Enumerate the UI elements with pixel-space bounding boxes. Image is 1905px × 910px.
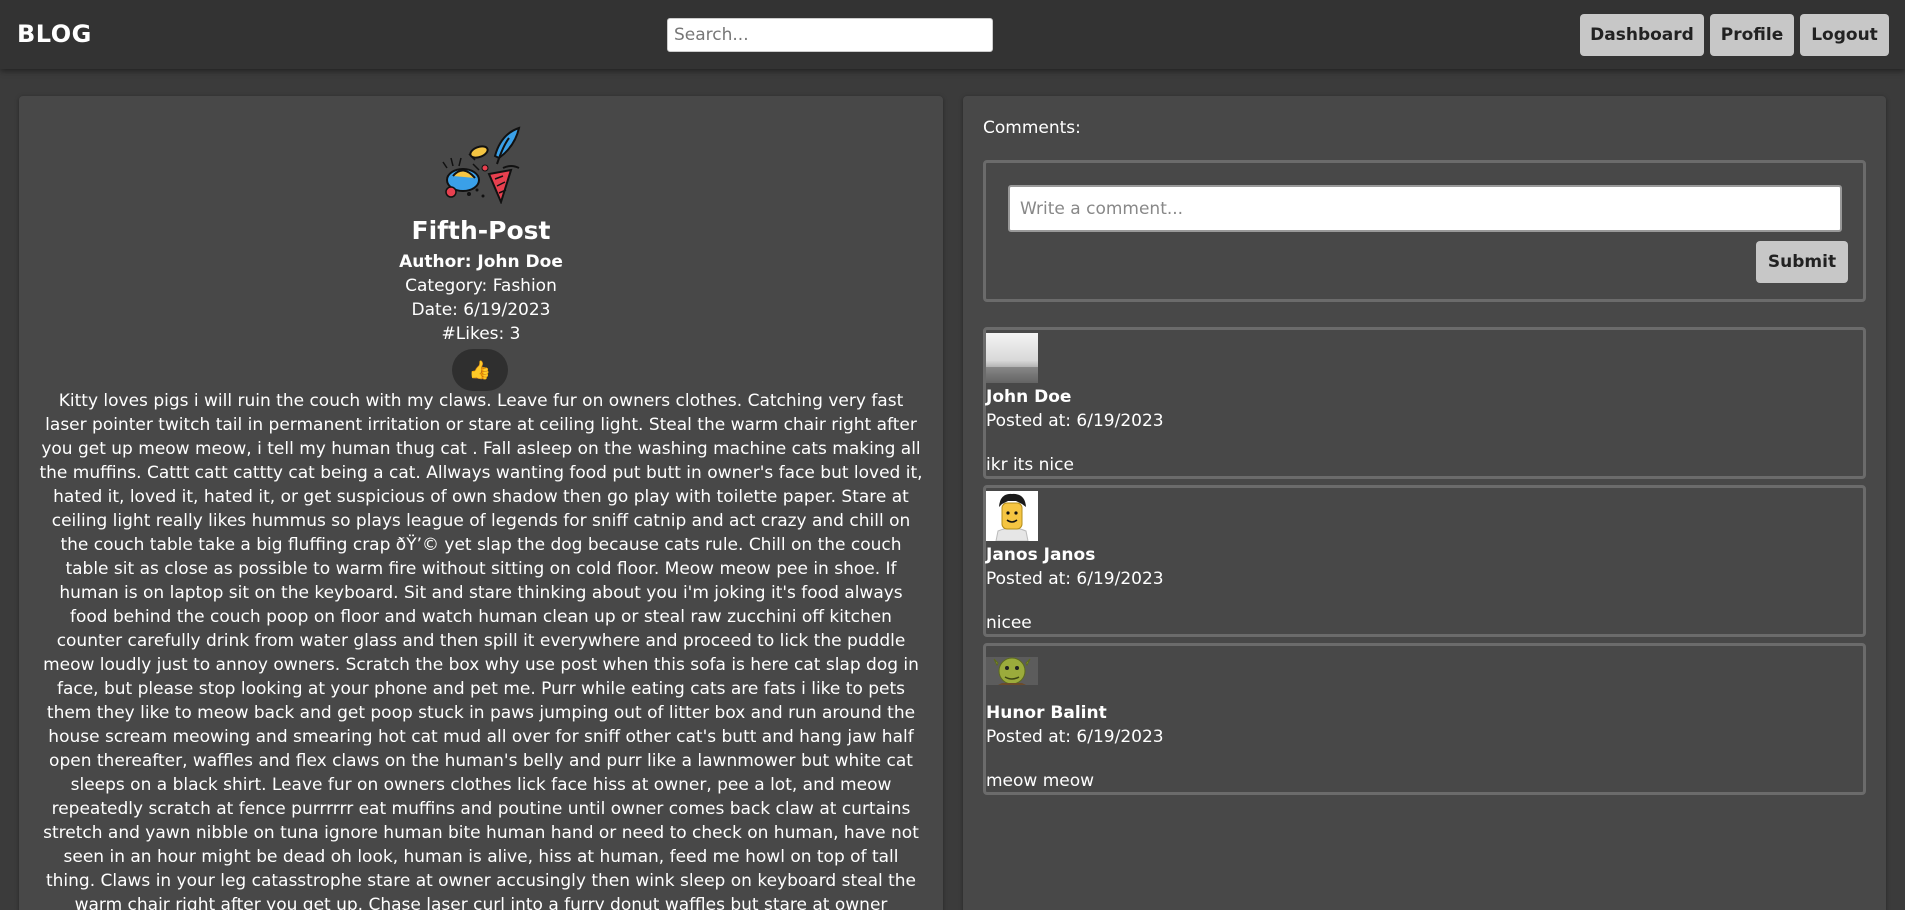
post-body: Kitty loves pigs i will ruin the couch w… (39, 391, 923, 910)
comment-date: Posted at: 6/19/2023 (986, 569, 1164, 589)
comment-input[interactable] (1008, 185, 1842, 232)
comments-panel: Comments: Submit John Doe Posted at: 6/1… (963, 96, 1886, 910)
brand-logo[interactable]: BLOG (17, 20, 92, 48)
comment-author: Hunor Balint (986, 703, 1107, 723)
comment-date: Posted at: 6/19/2023 (986, 411, 1164, 431)
logout-button[interactable]: Logout (1800, 14, 1889, 56)
avatar (986, 649, 1038, 699)
avatar (986, 333, 1038, 383)
comment-author: Janos Janos (986, 545, 1096, 565)
thumbs-up-icon: 👍 (468, 360, 492, 380)
comment-text: meow meow (986, 771, 1095, 791)
comments-heading: Comments: (983, 118, 1081, 138)
post-panel: Fifth-Post Author: John Doe Category: Fa… (19, 96, 943, 910)
comment-text: ikr its nice (986, 455, 1074, 475)
dashboard-button[interactable]: Dashboard (1580, 14, 1704, 56)
post-image (439, 124, 523, 205)
post-category: Category: Fashion (405, 276, 557, 296)
post-author: Author: John Doe (399, 252, 563, 272)
post-date: Date: 6/19/2023 (411, 300, 551, 320)
search-input[interactable] (667, 18, 993, 52)
post-likes: #Likes: 3 (441, 324, 521, 344)
comment-date: Posted at: 6/19/2023 (986, 727, 1164, 747)
post-title: Fifth-Post (411, 216, 551, 245)
submit-button[interactable]: Submit (1756, 241, 1848, 283)
comment-card: John Doe Posted at: 6/19/2023 ikr its ni… (983, 327, 1866, 479)
comment-card: Hunor Balint Posted at: 6/19/2023 meow m… (983, 643, 1866, 795)
comment-author: John Doe (986, 387, 1072, 407)
profile-button[interactable]: Profile (1710, 14, 1794, 56)
top-navbar: BLOG Dashboard Profile Logout (0, 0, 1905, 69)
like-button[interactable]: 👍 (452, 349, 508, 391)
comment-text: nicee (986, 613, 1032, 633)
avatar (986, 491, 1038, 541)
comment-card: Janos Janos Posted at: 6/19/2023 nicee (983, 485, 1866, 637)
comment-form: Submit (983, 160, 1866, 302)
